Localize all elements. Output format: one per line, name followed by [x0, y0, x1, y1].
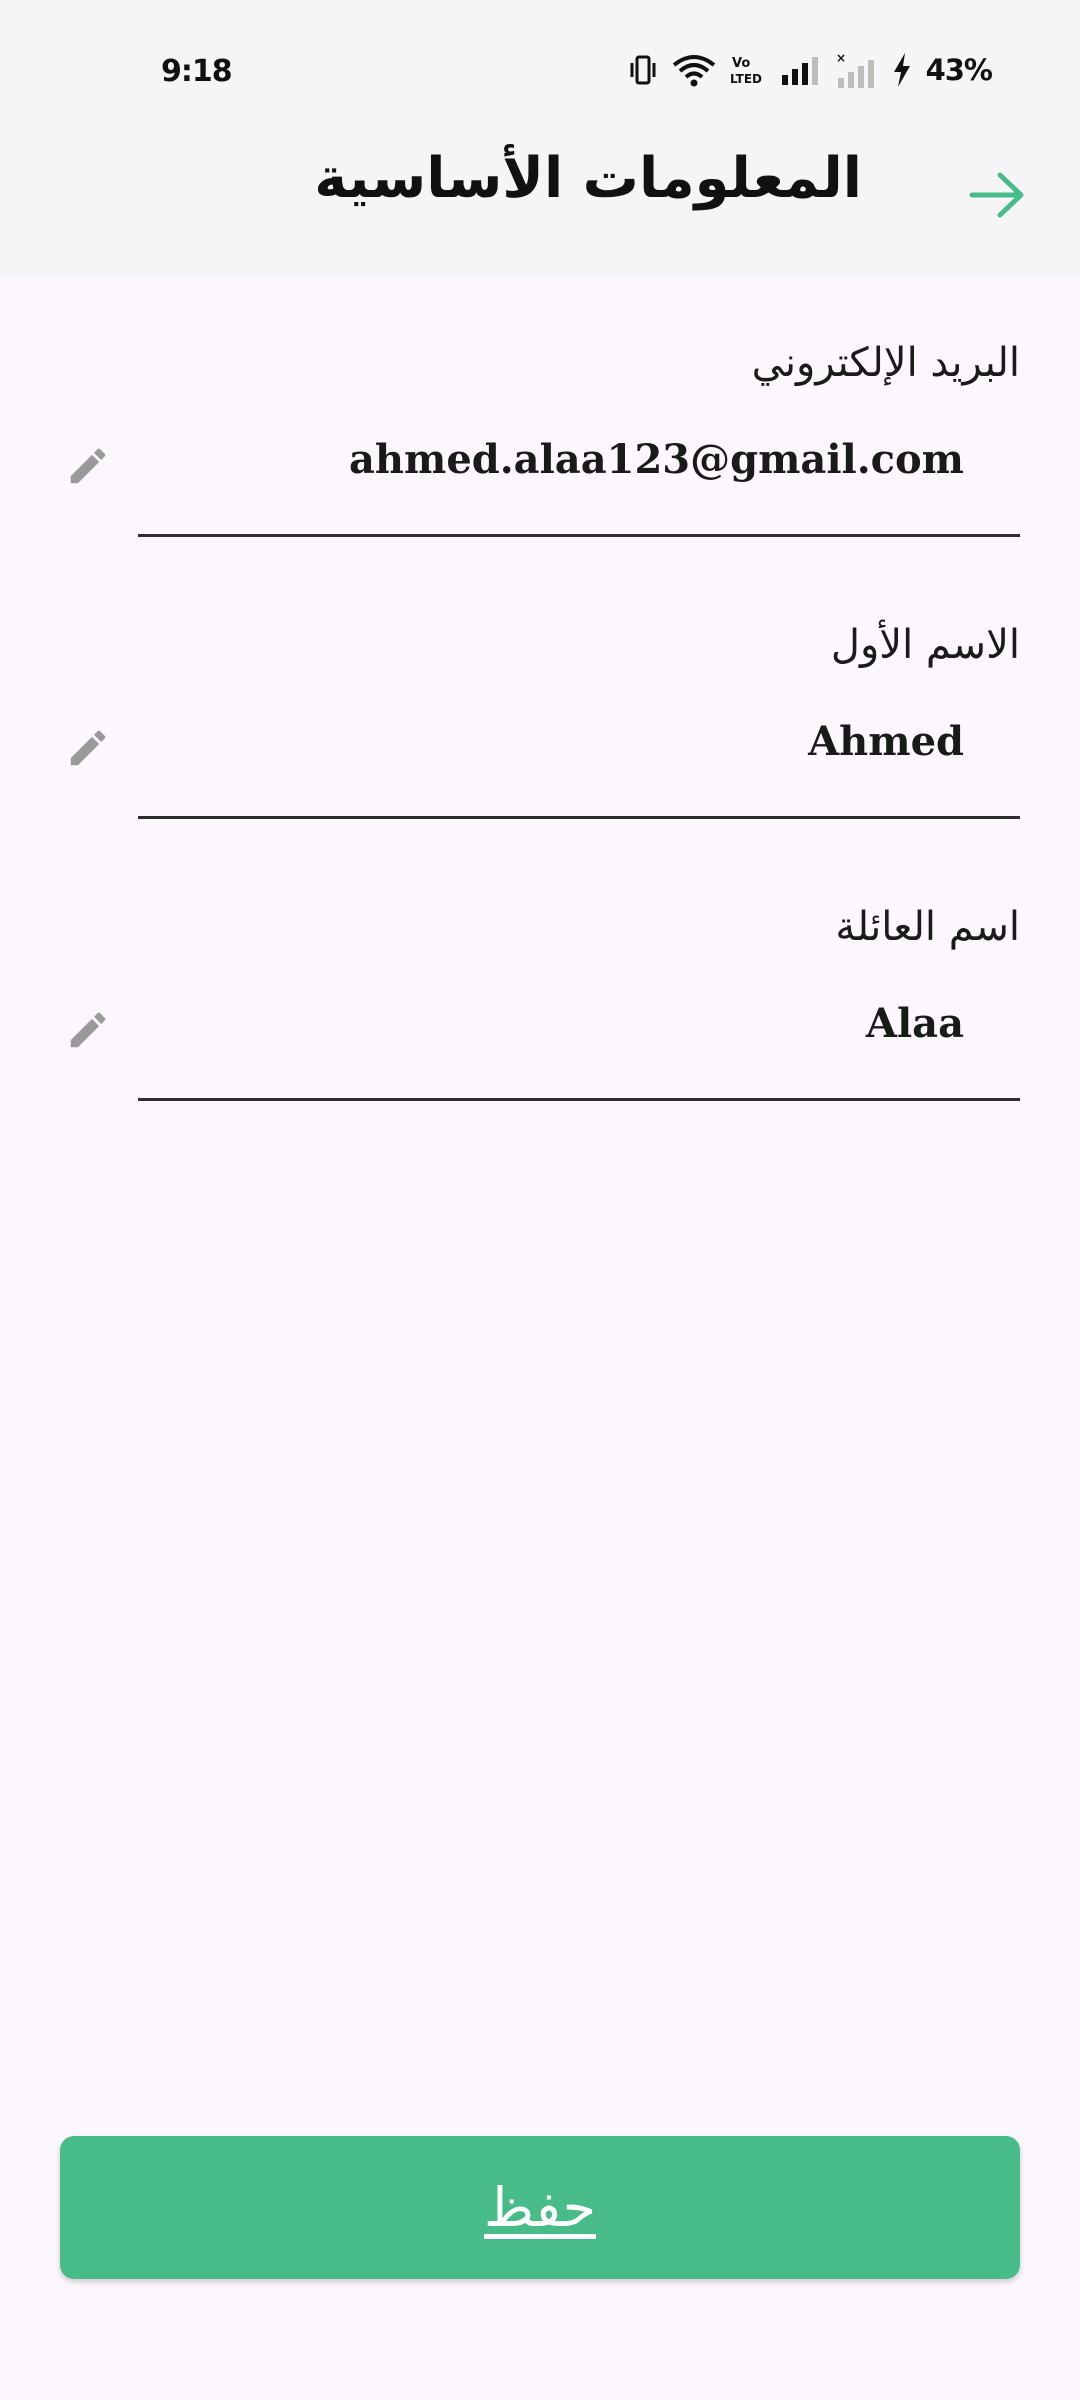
last-name-field: اسم العائلة Alaa: [0, 904, 1080, 1164]
volte-icon: Vo LTE D: [730, 54, 766, 86]
signal-icon: [780, 55, 820, 85]
first-name-value[interactable]: Ahmed: [808, 718, 964, 765]
status-icons: Vo LTE D × 43%: [628, 50, 993, 90]
save-button[interactable]: حفظ: [60, 2136, 1020, 2279]
first-name-underline: [138, 816, 1020, 819]
arrow-right-icon: [968, 170, 1026, 224]
status-bar: 9:18 Vo LTE D × 43%: [0, 0, 1080, 120]
charging-icon: [892, 53, 912, 87]
back-button[interactable]: [962, 162, 1032, 232]
svg-text:LTE: LTE: [730, 72, 752, 86]
save-button-label: حفظ: [484, 2176, 596, 2239]
last-name-value[interactable]: Alaa: [866, 1000, 964, 1047]
svg-text:D: D: [752, 72, 762, 86]
status-time: 9:18: [161, 54, 233, 89]
last-name-underline: [138, 1098, 1020, 1101]
pencil-icon: [65, 443, 111, 493]
battery-percentage: 43%: [925, 53, 993, 87]
edit-email-button[interactable]: [60, 440, 116, 496]
email-value[interactable]: ahmed.alaa123@gmail.com: [349, 436, 964, 483]
last-name-label: اسم العائلة: [835, 904, 1020, 950]
email-underline: [138, 534, 1020, 537]
pencil-icon: [65, 725, 111, 775]
page-title: المعلومات الأساسية: [314, 146, 862, 211]
email-field: البريد الإلكتروني ahmed.alaa123@gmail.co…: [0, 340, 1080, 600]
app-bar: المعلومات الأساسية: [0, 120, 1080, 276]
svg-text:Vo: Vo: [732, 56, 750, 71]
first-name-label: الاسم الأول: [830, 622, 1020, 668]
edit-last-name-button[interactable]: [60, 1004, 116, 1060]
signal-no-service-icon: ×: [834, 52, 878, 88]
wifi-icon: [672, 53, 716, 87]
edit-first-name-button[interactable]: [60, 722, 116, 778]
vibrate-icon: [628, 54, 658, 86]
pencil-icon: [65, 1007, 111, 1057]
email-label: البريد الإلكتروني: [751, 340, 1020, 386]
svg-text:×: ×: [836, 52, 846, 65]
first-name-field: الاسم الأول Ahmed: [0, 622, 1080, 882]
